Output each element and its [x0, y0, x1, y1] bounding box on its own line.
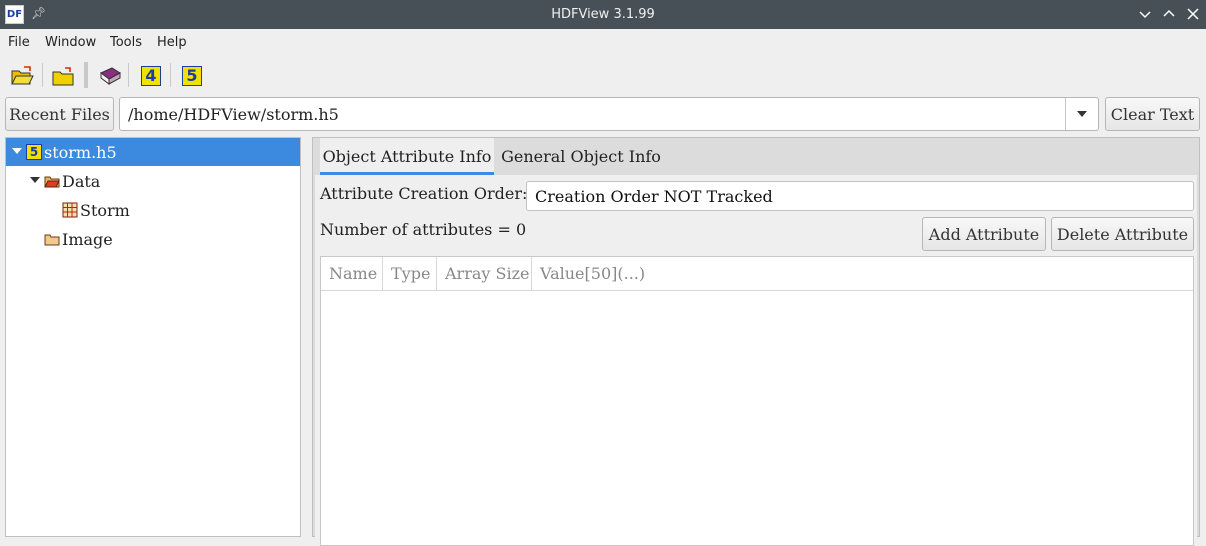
hdf5-file-icon: 5: [26, 144, 42, 160]
hdf4-icon[interactable]: 4: [138, 63, 164, 89]
column-header-type[interactable]: Type: [383, 257, 437, 290]
menu-file[interactable]: File: [8, 35, 30, 50]
open-folder-icon[interactable]: [50, 63, 76, 89]
open-group-folder-icon: [44, 176, 60, 188]
expand-arrow-icon[interactable]: [30, 177, 40, 183]
hdf5-icon[interactable]: 5: [179, 63, 205, 89]
column-header-value[interactable]: Value[50](...): [532, 257, 712, 290]
toolbar-separator: [42, 63, 43, 87]
menu-bar: File Window Tools Help: [0, 29, 1206, 55]
file-path-combo[interactable]: /home/HDFView/storm.h5: [119, 97, 1099, 131]
expand-arrow-icon[interactable]: [12, 148, 22, 154]
chevron-down-icon[interactable]: [1065, 98, 1098, 130]
window-title: HDFView 3.1.99: [551, 7, 655, 22]
toolbar-separator: [84, 62, 88, 88]
creation-order-field: Creation Order NOT Tracked: [526, 181, 1194, 211]
tree-item-label: Image: [62, 230, 113, 249]
tree-item-label: Storm: [80, 201, 130, 220]
maximize-icon[interactable]: [1160, 5, 1178, 23]
tree-item-storm[interactable]: Storm: [6, 196, 300, 224]
tree-item-label: Data: [62, 172, 101, 191]
hdf4-label: 4: [141, 66, 161, 86]
group-folder-icon: [44, 234, 60, 246]
tree-item-image[interactable]: Image: [6, 225, 300, 253]
dataset-grid-icon: [62, 202, 78, 218]
attribute-table: Name Type Array Size Value[50](...): [320, 256, 1194, 546]
attribute-count-text: Number of attributes = 0: [320, 220, 527, 239]
title-bar: DF 📌︎ HDFView 3.1.99: [0, 0, 1206, 29]
attribute-info-content: Attribute Creation Order: Creation Order…: [315, 175, 1197, 546]
add-attribute-button[interactable]: Add Attribute: [922, 217, 1046, 251]
open-file-icon[interactable]: [9, 63, 35, 89]
tree-item-data[interactable]: Data: [6, 167, 300, 195]
clear-text-button[interactable]: Clear Text: [1105, 97, 1200, 131]
menu-window[interactable]: Window: [45, 35, 96, 50]
menu-tools[interactable]: Tools: [110, 35, 142, 50]
tab-bar: Object Attribute Info General Object Inf…: [313, 138, 1199, 175]
hdf5-label: 5: [182, 66, 202, 86]
help-book-icon[interactable]: [97, 63, 123, 89]
toolbar-separator: [128, 63, 129, 87]
file-path-input[interactable]: /home/HDFView/storm.h5: [128, 105, 339, 124]
column-header-array-size[interactable]: Array Size: [437, 257, 532, 290]
delete-attribute-button[interactable]: Delete Attribute: [1051, 217, 1194, 251]
creation-order-label: Attribute Creation Order:: [320, 184, 528, 203]
toolbar: 4 5: [0, 55, 1206, 95]
file-tree: 5 storm.h5 Data Storm Image: [5, 137, 301, 537]
tree-item-label: storm.h5: [44, 143, 117, 162]
minimize-icon[interactable]: [1136, 5, 1154, 23]
tab-object-attribute-info[interactable]: Object Attribute Info: [320, 138, 494, 175]
toolbar-separator: [170, 63, 171, 87]
tab-general-object-info[interactable]: General Object Info: [499, 138, 663, 175]
creation-order-value: Creation Order NOT Tracked: [535, 187, 773, 206]
menu-help[interactable]: Help: [157, 35, 187, 50]
recent-files-button[interactable]: Recent Files: [5, 97, 114, 131]
close-icon[interactable]: [1184, 5, 1202, 23]
object-info-panel: Object Attribute Info General Object Inf…: [312, 137, 1200, 546]
attribute-table-header: Name Type Array Size Value[50](...): [321, 257, 1193, 291]
tree-item-storm-h5[interactable]: 5 storm.h5: [6, 138, 300, 166]
column-header-name[interactable]: Name: [321, 257, 383, 290]
